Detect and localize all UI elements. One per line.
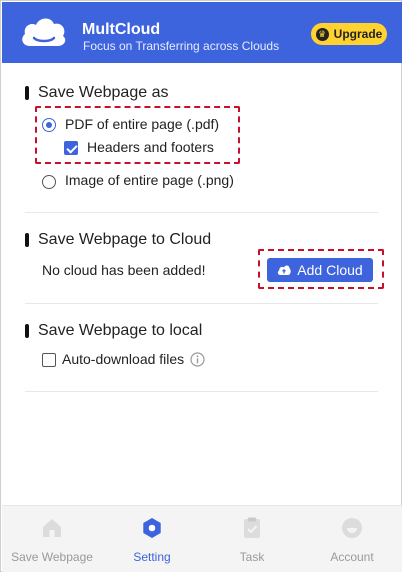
info-icon[interactable] [190, 352, 205, 367]
radio-png[interactable] [42, 175, 56, 189]
add-cloud-label: Add Cloud [297, 262, 363, 278]
brand-tagline: Focus on Transferring across Clouds [83, 39, 280, 53]
radio-pdf-label[interactable]: PDF of entire page (.pdf) [65, 116, 219, 132]
section-cloud-title: Save Webpage to Cloud [25, 231, 211, 249]
checkbox-headers-footers-label[interactable]: Headers and footers [87, 139, 214, 155]
bottom-nav: Save Webpage Setting Task Account [2, 505, 402, 572]
divider [25, 212, 378, 213]
nav-item-save-webpage[interactable]: Save Webpage [2, 506, 102, 573]
checkbox-auto-download-label[interactable]: Auto-download files [62, 351, 184, 367]
brand-name: MultCloud [82, 21, 161, 38]
account-icon [342, 518, 362, 538]
nav-item-setting[interactable]: Setting [102, 506, 202, 573]
divider [25, 303, 378, 304]
upgrade-button[interactable]: ♛ Upgrade [311, 23, 387, 45]
extension-popup: MultCloud Focus on Transferring across C… [0, 0, 402, 572]
settings-icon [143, 518, 161, 538]
cloud-upload-icon [278, 265, 291, 275]
section-local-title: Save Webpage to local [25, 322, 202, 340]
checkbox-headers-footers[interactable] [64, 141, 78, 155]
section-bar [25, 86, 29, 100]
section-local-label: Save Webpage to local [38, 322, 203, 339]
nav-item-label: Setting [133, 550, 171, 564]
radio-pdf[interactable] [42, 118, 56, 132]
section-cloud-label: Save Webpage to Cloud [38, 231, 212, 248]
section-save-as-label: Save Webpage as [38, 84, 169, 101]
add-cloud-button[interactable]: Add Cloud [267, 258, 373, 282]
home-icon [43, 519, 61, 537]
task-icon [244, 517, 260, 538]
header: MultCloud Focus on Transferring across C… [2, 2, 402, 63]
nav-item-account[interactable]: Account [302, 506, 402, 573]
section-bar [25, 233, 29, 247]
cloud-logo-icon [22, 18, 66, 46]
upgrade-label: Upgrade [333, 27, 383, 41]
crown-icon: ♛ [315, 27, 329, 41]
section-save-as-title: Save Webpage as [25, 84, 168, 102]
nav-item-label: Save Webpage [11, 550, 93, 564]
nav-item-task[interactable]: Task [202, 506, 302, 573]
checkbox-auto-download[interactable] [42, 353, 56, 367]
nav-item-label: Account [330, 550, 374, 564]
divider [25, 391, 378, 392]
nav-item-label: Task [239, 550, 265, 564]
section-bar [25, 324, 29, 338]
highlight-box-pdf-options [35, 106, 240, 164]
no-cloud-status: No cloud has been added! [42, 262, 206, 278]
radio-png-label[interactable]: Image of entire page (.png) [65, 172, 234, 188]
